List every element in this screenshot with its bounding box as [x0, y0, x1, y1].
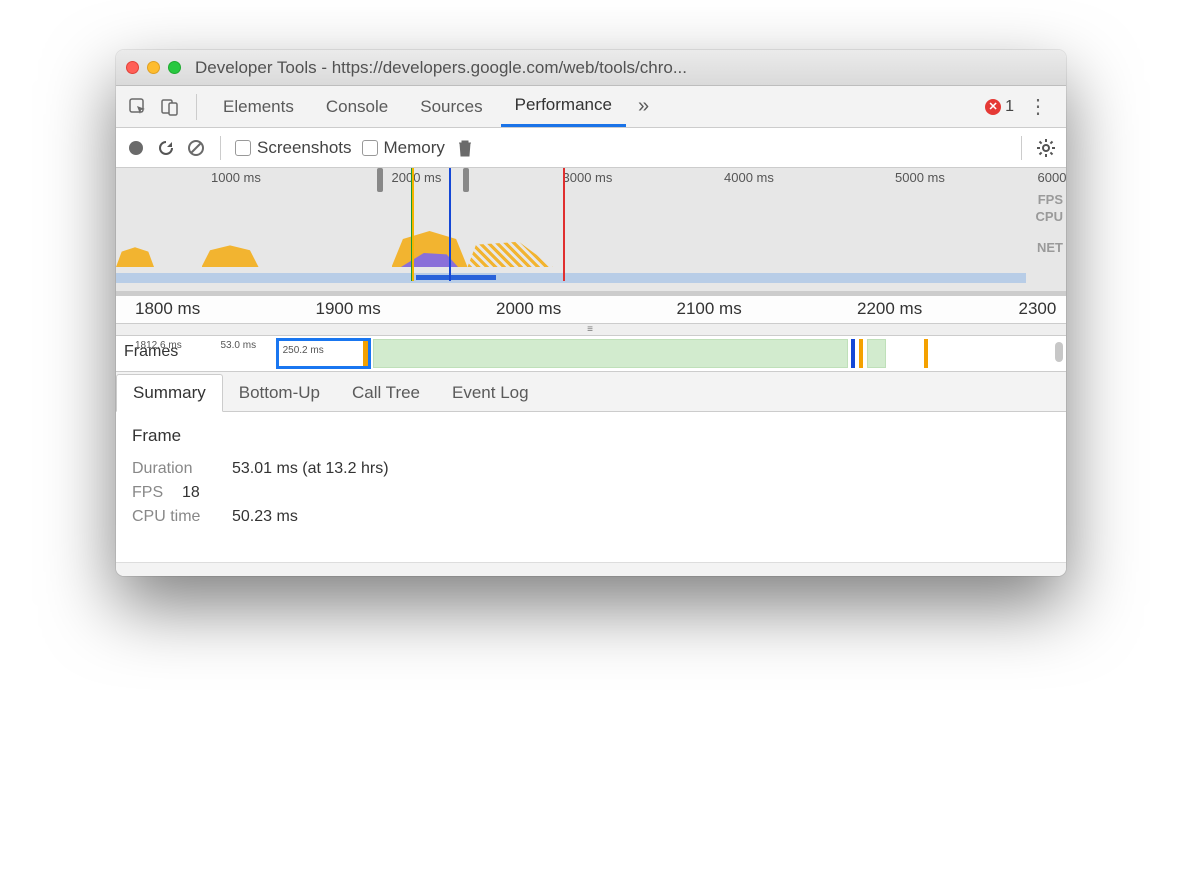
ruler-tick: 5000 ms	[895, 170, 945, 185]
ruler-tick: 2000 ms	[496, 299, 561, 319]
marker-line	[449, 168, 451, 281]
titlebar[interactable]: Developer Tools - https://developers.goo…	[116, 50, 1066, 86]
divider	[196, 94, 197, 120]
frame-time: 1812.6 ms	[135, 340, 182, 351]
trash-icon[interactable]	[455, 138, 475, 158]
selection-handle-left[interactable]	[377, 168, 383, 192]
frames-row[interactable]: Frames 1812.6 ms 53.0 ms 250.2 ms	[116, 336, 1066, 372]
collapse-handle[interactable]: ≡	[116, 324, 1066, 336]
error-count: 1	[1005, 98, 1014, 116]
ruler-tick: 1800 ms	[135, 299, 200, 319]
zoom-icon[interactable]	[168, 61, 181, 74]
summary-row: Duration 53.01 ms (at 13.2 hrs)	[132, 460, 1050, 478]
tabs-overflow-icon[interactable]: »	[630, 95, 657, 118]
tab-sources[interactable]: Sources	[406, 87, 496, 127]
row-value: 18	[182, 484, 200, 502]
ruler-tick: 4000 ms	[724, 170, 774, 185]
summary-row: FPS 18	[132, 484, 1050, 502]
ruler-tick: 6000	[1038, 170, 1067, 185]
detail-ruler[interactable]: 1800 ms 1900 ms 2000 ms 2100 ms 2200 ms …	[116, 296, 1066, 324]
memory-label: Memory	[384, 138, 445, 158]
tab-elements[interactable]: Elements	[209, 87, 308, 127]
kebab-menu-icon[interactable]: ⋮	[1018, 94, 1058, 119]
ruler-tick: 3000 ms	[563, 170, 613, 185]
row-label: CPU time	[132, 508, 232, 526]
tab-summary[interactable]: Summary	[116, 374, 223, 412]
divider	[220, 136, 221, 160]
device-toggle-icon[interactable]	[156, 93, 184, 121]
lane-fps: FPS	[1036, 192, 1063, 207]
frame-time: 53.0 ms	[221, 340, 257, 351]
selection-handle-right[interactable]	[463, 168, 469, 192]
frame-marker	[859, 339, 863, 368]
row-value: 53.01 ms (at 13.2 hrs)	[232, 460, 389, 478]
perf-toolbar: Screenshots Memory	[116, 128, 1066, 168]
selected-frame[interactable]: 250.2 ms	[276, 338, 371, 369]
summary-row: CPU time 50.23 ms	[132, 508, 1050, 526]
settings-gear-icon[interactable]	[1036, 138, 1056, 158]
marker-line	[563, 168, 565, 281]
tab-call-tree[interactable]: Call Tree	[336, 375, 436, 411]
tab-event-log[interactable]: Event Log	[436, 375, 545, 411]
screenshots-label: Screenshots	[257, 138, 352, 158]
screenshots-checkbox[interactable]: Screenshots	[235, 138, 352, 158]
traffic-lights	[126, 61, 181, 74]
overview-ruler: 1000 ms 2000 ms 3000 ms 4000 ms 5000 ms …	[116, 168, 1066, 190]
row-label: Duration	[132, 460, 232, 478]
frame-marker	[924, 339, 928, 368]
tab-console[interactable]: Console	[312, 87, 402, 127]
ruler-tick: 1900 ms	[316, 299, 381, 319]
memory-checkbox[interactable]: Memory	[362, 138, 445, 158]
window-title: Developer Tools - https://developers.goo…	[195, 58, 1056, 78]
inspect-element-icon[interactable]	[124, 93, 152, 121]
frame-block[interactable]	[867, 339, 886, 368]
detail-tabbar: Summary Bottom-Up Call Tree Event Log	[116, 372, 1066, 412]
cpu-chart	[116, 227, 1066, 267]
marker-line	[412, 168, 414, 281]
lane-cpu: CPU	[1036, 209, 1063, 224]
tab-performance[interactable]: Performance	[501, 87, 626, 127]
checkbox-icon	[362, 140, 378, 156]
ruler-tick: 2000 ms	[392, 170, 442, 185]
record-icon[interactable]	[126, 138, 146, 158]
frame-marker	[851, 339, 855, 368]
clear-icon[interactable]	[186, 138, 206, 158]
reload-icon[interactable]	[156, 138, 176, 158]
error-icon: ✕	[985, 99, 1001, 115]
main-tabbar: Elements Console Sources Performance » ✕…	[116, 86, 1066, 128]
divider	[1021, 136, 1022, 160]
row-value: 50.23 ms	[232, 508, 298, 526]
ruler-tick: 2200 ms	[857, 299, 922, 319]
ruler-tick: 2100 ms	[677, 299, 742, 319]
error-badge[interactable]: ✕ 1	[985, 98, 1014, 116]
devtools-window: Developer Tools - https://developers.goo…	[116, 50, 1066, 576]
checkbox-icon	[235, 140, 251, 156]
net-chart	[116, 273, 1026, 283]
scrollbar-thumb[interactable]	[1055, 342, 1063, 362]
tab-bottom-up[interactable]: Bottom-Up	[223, 375, 336, 411]
frame-time: 250.2 ms	[283, 345, 324, 356]
bottom-strip	[116, 562, 1066, 576]
summary-title: Frame	[132, 426, 1050, 446]
overview-chart[interactable]: 1000 ms 2000 ms 3000 ms 4000 ms 5000 ms …	[116, 168, 1066, 296]
frame-block[interactable]	[373, 339, 848, 368]
summary-panel: Frame Duration 53.01 ms (at 13.2 hrs) FP…	[116, 412, 1066, 562]
minimize-icon[interactable]	[147, 61, 160, 74]
ruler-tick: 2300	[1019, 299, 1057, 319]
ruler-tick: 1000 ms	[211, 170, 261, 185]
close-icon[interactable]	[126, 61, 139, 74]
row-label: FPS	[132, 484, 182, 502]
